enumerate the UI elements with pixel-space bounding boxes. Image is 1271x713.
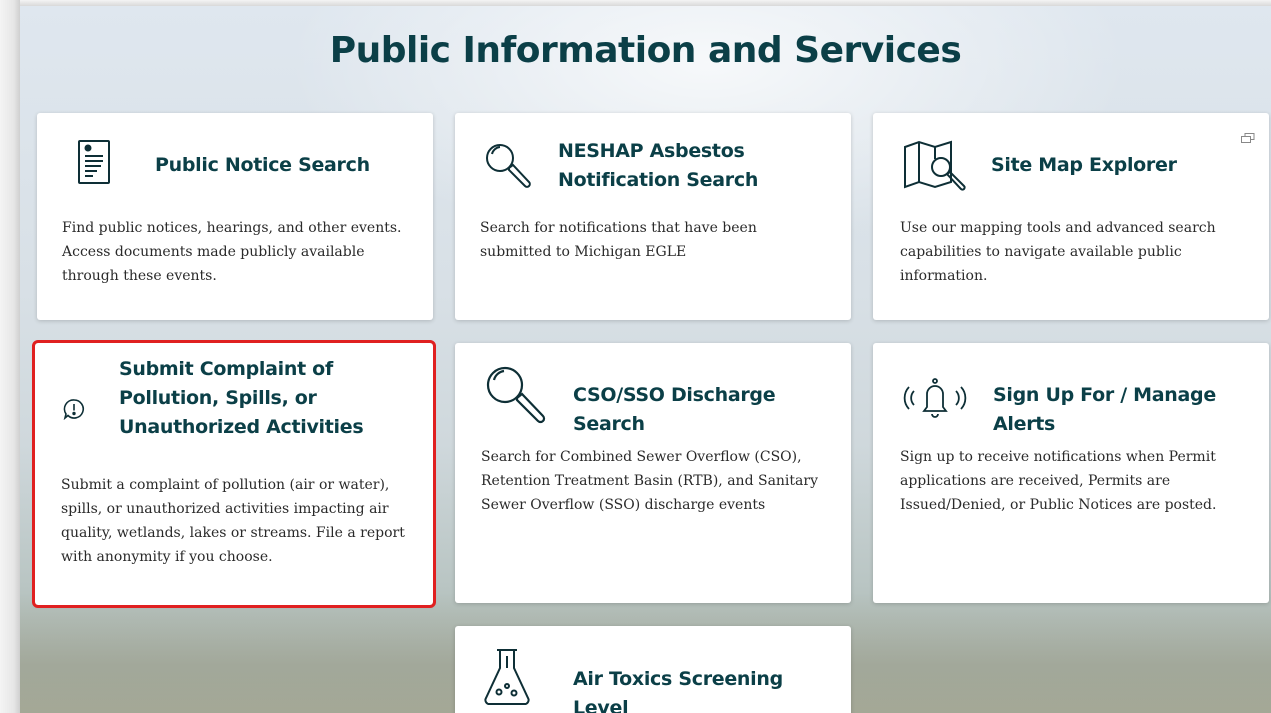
card-title: NESHAP Asbestos Notification Search [558, 140, 759, 191]
map-search-icon [903, 139, 969, 198]
document-icon [77, 138, 111, 191]
exclamation-bubble-icon [63, 398, 85, 425]
card-air-toxics-screening[interactable]: Air Toxics Screening Level [455, 626, 851, 713]
card-description: Submit a complaint of pollution (air or … [61, 477, 405, 565]
external-window-icon [1241, 130, 1255, 148]
card-title: Submit Complaint of Pollution, Spills, o… [119, 358, 364, 438]
viewport: Public Information and Services Public N… [0, 0, 1271, 713]
card-description: Use our mapping tools and advanced searc… [900, 220, 1216, 284]
card-description: Find public notices, hearings, and other… [62, 220, 402, 284]
card-title: Site Map Explorer [991, 154, 1177, 176]
flask-icon [483, 648, 531, 713]
card-submit-complaint[interactable]: Submit Complaint of Pollution, Spills, o… [32, 340, 436, 608]
magnifier-icon [483, 363, 547, 432]
card-neshap-asbestos-search[interactable]: NESHAP Asbestos Notification Search Sear… [455, 113, 851, 320]
card-description: Search for Combined Sewer Overflow (CSO)… [481, 449, 818, 513]
page-title: Public Information and Services [329, 30, 962, 71]
card-site-map-explorer[interactable]: Site Map Explorer Use our mapping tools … [873, 113, 1269, 320]
card-cso-sso-discharge-search[interactable]: CSO/SSO Discharge Search Search for Comb… [455, 343, 851, 603]
card-description: Sign up to receive notifications when Pe… [900, 449, 1217, 513]
card-title: Sign Up For / Manage Alerts [993, 384, 1216, 435]
card-title: Public Notice Search [155, 154, 370, 176]
card-description: Search for notifications that have been … [480, 220, 757, 260]
magnifier-icon [483, 141, 533, 196]
window-left-edge [0, 0, 20, 713]
card-title: Air Toxics Screening Level [573, 668, 783, 713]
card-manage-alerts[interactable]: Sign Up For / Manage Alerts Sign up to r… [873, 343, 1269, 603]
bell-icon [903, 377, 967, 424]
card-public-notice-search[interactable]: Public Notice Search Find public notices… [37, 113, 433, 320]
card-title: CSO/SSO Discharge Search [573, 384, 776, 435]
